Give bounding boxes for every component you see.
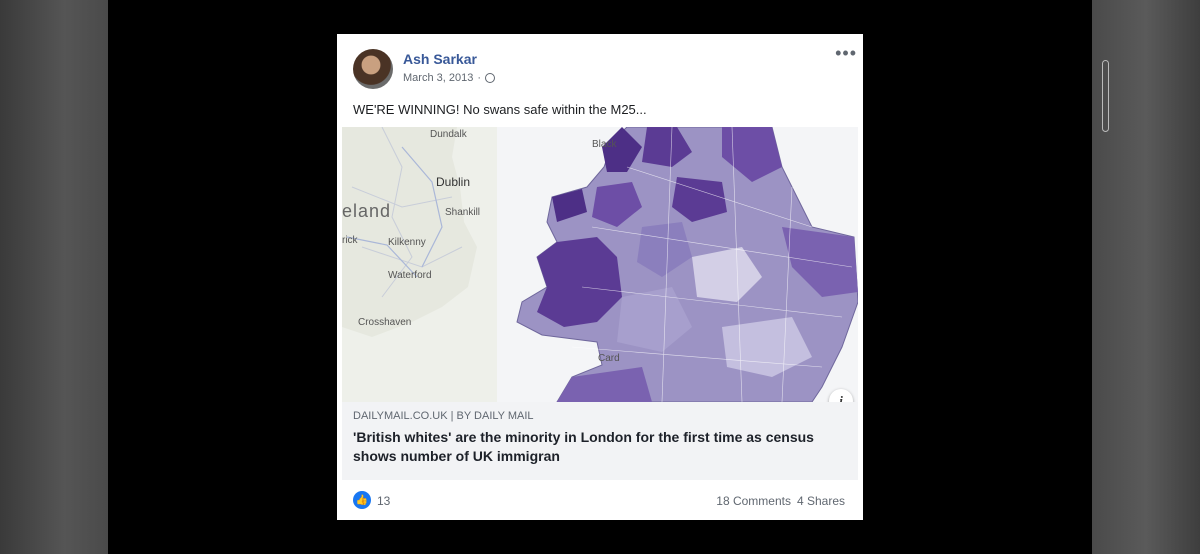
- post-text: WE'RE WINNING! No swans safe within the …: [353, 102, 647, 117]
- map-label-crosshaven: Crosshaven: [358, 317, 412, 328]
- shares-count[interactable]: 4 Shares: [797, 494, 845, 508]
- post-stats: 18 Comments 4 Shares: [716, 494, 845, 508]
- map-label-waterford: Waterford: [388, 270, 432, 281]
- link-preview-image[interactable]: Dundalk Dublin eland Shankill rick Kilke…: [342, 127, 858, 402]
- facebook-post: Ash Sarkar March 3, 2013 · ••• WE'RE WIN…: [337, 34, 863, 520]
- map-label-ireland: eland: [342, 201, 392, 221]
- comments-count[interactable]: 18 Comments: [716, 494, 791, 508]
- map-label-kilkenny: Kilkenny: [388, 237, 426, 248]
- author-name[interactable]: Ash Sarkar: [403, 51, 477, 67]
- map-label-cardiff: Card: [598, 353, 620, 364]
- avatar[interactable]: [353, 49, 393, 89]
- link-domain: DAILYMAIL.CO.UK | BY DAILY MAIL: [353, 410, 534, 422]
- map-label-dublin: Dublin: [436, 175, 471, 189]
- map-label-black: Black: [592, 139, 617, 150]
- map-label-dundalk: Dundalk: [430, 129, 467, 140]
- map-label-rick: rick: [342, 235, 358, 246]
- scrollbar-handle[interactable]: [1102, 60, 1109, 132]
- map-label-shankill: Shankill: [445, 207, 481, 218]
- like-count[interactable]: 13: [377, 494, 390, 508]
- left-backdrop: [0, 0, 108, 554]
- post-footer: 👍 13 18 Comments 4 Shares: [353, 488, 855, 512]
- post-meta: March 3, 2013 ·: [403, 72, 495, 84]
- more-icon[interactable]: •••: [835, 44, 857, 62]
- link-headline[interactable]: 'British whites' are the minority in Lon…: [353, 428, 848, 466]
- link-preview[interactable]: DAILYMAIL.CO.UK | BY DAILY MAIL 'British…: [342, 402, 858, 480]
- globe-icon: [485, 73, 495, 83]
- like-icon[interactable]: 👍: [353, 491, 371, 509]
- post-date[interactable]: March 3, 2013: [403, 72, 473, 84]
- meta-separator: ·: [477, 72, 481, 84]
